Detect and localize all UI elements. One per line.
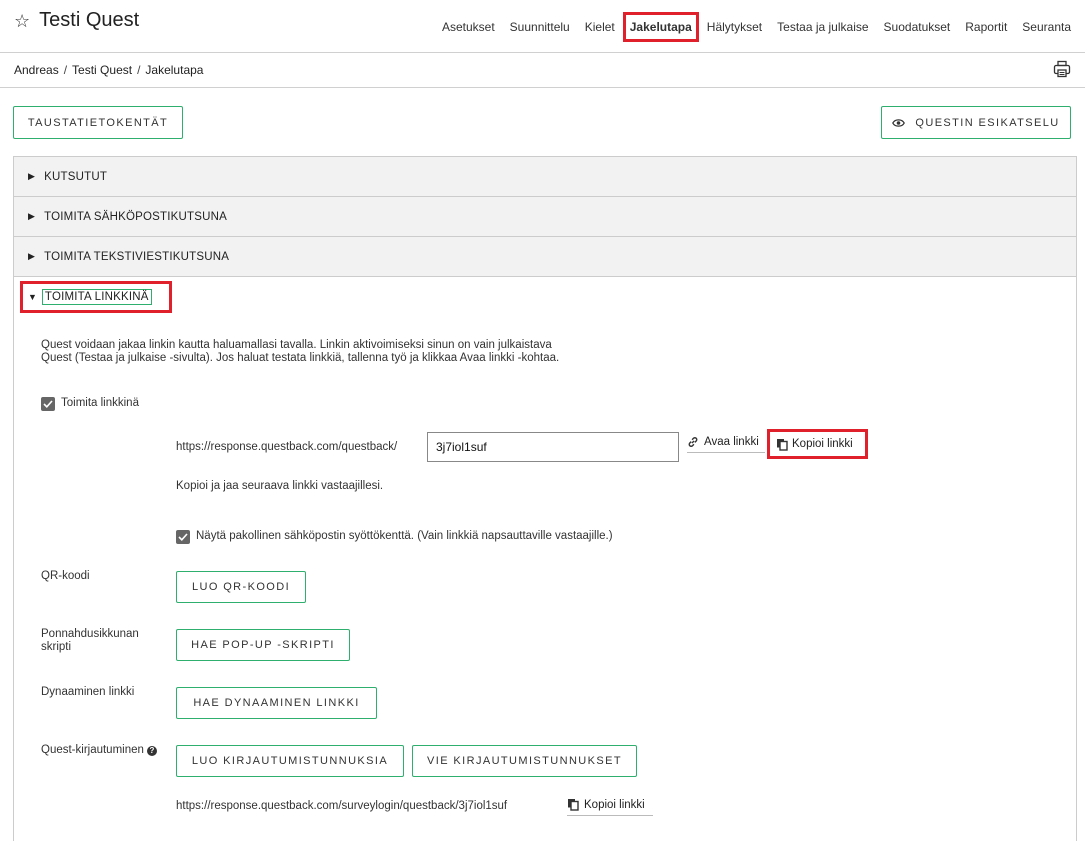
deliver-as-link-checkbox[interactable] [41,397,55,411]
qr-code-label: QR-koodi [41,570,90,582]
triangle-down-icon: ▼ [28,292,37,302]
distribution-panel: ▶ KUTSUTUT ▶ TOIMITA SÄHKÖPOSTIKUTSUNA ▶… [13,156,1077,841]
copy-icon [776,438,788,451]
main-nav: Asetukset Suunnittelu Kielet Jakelutapa … [427,0,1071,53]
accordion-label: TOIMITA SÄHKÖPOSTIKUTSUNA [44,210,227,223]
nav-jakelutapa[interactable]: Jakelutapa [622,11,699,42]
open-link-button[interactable]: Avaa linkki [687,436,765,453]
copy-link-label: Kopioi linkki [792,438,853,450]
open-link-label: Avaa linkki [704,436,759,448]
export-login-credentials-button[interactable]: VIE KIRJAUTUMISTUNNUKSET [412,745,637,777]
dynamic-link-label: Dynaaminen linkki [41,686,135,698]
get-dynamic-link-button[interactable]: HAE DYNAAMINEN LINKKI [176,687,377,719]
top-header: ☆ Testi Quest Asetukset Suunnittelu Kiel… [0,0,1085,53]
quest-preview-label: QUESTIN ESIKATSELU [915,116,1060,129]
background-fields-button[interactable]: TAUSTATIETOKENTÄT [13,106,183,139]
triangle-right-icon: ▶ [28,211,36,221]
nav-testaa-ja-julkaise[interactable]: Testaa ja julkaise [777,20,868,34]
link-description-line: Quest voidaan jakaa linkin kautta haluam… [41,339,552,351]
eye-icon [892,118,906,128]
copy-login-link-label: Kopioi linkki [584,798,645,811]
accordion-deliver-as-link[interactable]: ▼ TOIMITA LINKKINÄ [20,281,172,313]
popup-script-label: Ponnahdusikkunan skripti [41,628,139,654]
link-description-line: Quest (Testaa ja julkaise -sivulta). Jos… [41,352,560,364]
email-field-label: Näytä pakollinen sähköpostin syöttökentt… [196,530,613,542]
nav-halytykset[interactable]: Hälytykset [707,20,762,34]
print-icon[interactable] [1053,60,1071,78]
breadcrumb-separator: / [63,63,68,77]
popup-script-label-line: Ponnahdusikkunan [41,628,139,640]
breadcrumb-bar: Andreas / Testi Quest / Jakelutapa [0,53,1085,88]
breadcrumb-item-andreas[interactable]: Andreas [14,63,59,77]
quest-preview-button[interactable]: QUESTIN ESIKATSELU [881,106,1071,139]
breadcrumb-item-jakelutapa: Jakelutapa [145,63,204,77]
quest-login-label-group: Quest-kirjautuminen? [41,744,157,757]
accordion-kutsutut[interactable]: ▶ KUTSUTUT [14,157,1076,197]
checkmark-icon [43,400,53,408]
create-qr-code-button[interactable]: LUO QR-KOODI [176,571,306,603]
accordion-label: KUTSUTUT [44,170,108,183]
breadcrumb: Andreas / Testi Quest / Jakelutapa [14,63,203,77]
accordion-label: TOIMITA TEKSTIVIESTIKUTSUNA [44,250,230,263]
app-title-group: ☆ Testi Quest [14,9,139,32]
accordion-email-invite[interactable]: ▶ TOIMITA SÄHKÖPOSTIKUTSUNA [14,197,1076,237]
copy-link-button[interactable]: Kopioi linkki [767,429,868,459]
nav-suodatukset[interactable]: Suodatukset [884,20,951,34]
nav-seuranta[interactable]: Seuranta [1022,20,1071,34]
copy-hint-text: Kopioi ja jaa seuraava linkki vastaajill… [176,480,384,492]
nav-asetukset[interactable]: Asetukset [442,20,495,34]
checkmark-icon [178,533,188,541]
breadcrumb-item-testi-quest[interactable]: Testi Quest [72,63,132,77]
triangle-right-icon: ▶ [28,251,36,261]
help-icon[interactable]: ? [146,745,157,756]
create-login-credentials-button[interactable]: LUO KIRJAUTUMISTUNNUKSIA [176,745,404,777]
copy-icon [567,798,579,811]
accordion-label: TOIMITA LINKKINÄ [41,289,152,305]
survey-url-input[interactable] [427,432,679,462]
link-icon [687,436,699,448]
nav-kielet[interactable]: Kielet [585,20,615,34]
copy-login-link-button[interactable]: Kopioi linkki [567,798,653,816]
popup-script-label-line: skripti [41,641,72,653]
app-title: Testi Quest [39,9,140,31]
quest-login-label: Quest-kirjautuminen [41,744,144,756]
survey-url-prefix: https://response.questback.com/questback… [176,441,398,453]
accordion-sms-invite[interactable]: ▶ TOIMITA TEKSTIVIESTIKUTSUNA [14,237,1076,277]
breadcrumb-separator: / [137,63,141,77]
link-description: Quest voidaan jakaa linkin kautta haluam… [41,339,661,365]
triangle-right-icon: ▶ [28,171,36,181]
nav-raportit[interactable]: Raportit [965,20,1007,34]
nav-suunnittelu[interactable]: Suunnittelu [510,20,570,34]
login-url-text: https://response.questback.com/surveylog… [176,800,508,812]
email-field-checkbox[interactable] [176,530,190,544]
deliver-as-link-label: Toimita linkkinä [61,397,139,409]
get-popup-script-button[interactable]: HAE POP-UP -SKRIPTI [176,629,350,661]
star-outline-icon[interactable]: ☆ [14,12,30,30]
